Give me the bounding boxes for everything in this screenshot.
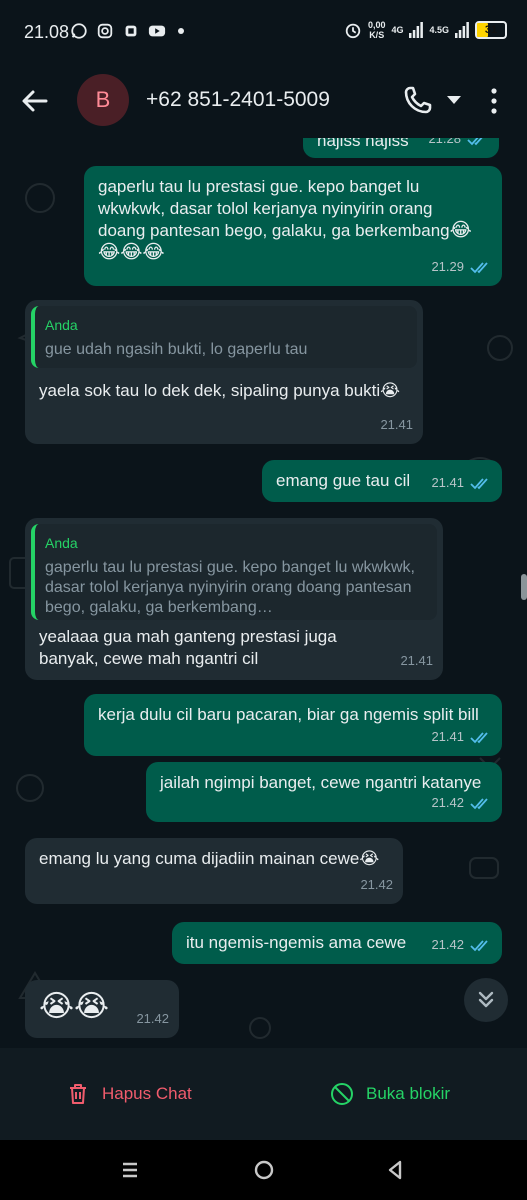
message-meta: 21.42 [431,934,492,956]
read-ticks-icon [470,477,488,489]
message-out[interactable]: emang gue tau cil 21.41 [262,460,502,502]
message-time: 21.41 [431,729,464,744]
message-text: kerja dulu cil baru pacaran, biar ga nge… [98,705,479,724]
message-meta: 21.42 [431,792,492,814]
quote-text: gaperlu tau lu prestasi gue. kepo banget… [45,559,415,616]
net-speed-unit: K/S [369,30,385,40]
message-meta: 21.41 [431,472,492,494]
message-in[interactable]: emang lu yang cuma dijadiin mainan cewe😭… [25,838,403,904]
message-emoji: 😭 [380,381,401,400]
avatar[interactable]: B [77,74,129,126]
message-time: 21.29 [431,259,464,274]
back-arrow-icon[interactable] [18,84,52,118]
message-text: emang lu yang cuma dijadiin mainan cewe [39,849,360,868]
read-ticks-icon [470,939,488,951]
chevron-down-icon[interactable] [446,94,462,106]
message-out[interactable]: gaperlu tau lu prestasi gue. kepo banget… [84,166,502,286]
app-notification-icon [125,25,137,37]
message-meta: 21.41 [400,650,433,672]
message-time: 21.41 [400,653,433,668]
scrollbar[interactable] [521,574,527,600]
read-ticks-icon [470,731,488,743]
more-notifications-dot [178,28,184,34]
message-time: 21.42 [431,937,464,952]
message-meta: 21.41 [431,726,492,748]
trash-icon [70,1084,86,1104]
notification-icons [70,22,184,40]
message-in[interactable]: 😭😭 21.42 [25,980,179,1038]
signal-1-icon [409,22,424,38]
status-bar: 21.08 0,00 K/S 4G 4.5G 31 [0,0,527,64]
message-time: 21.42 [136,1011,169,1026]
message-meta: 21.28 [428,138,489,150]
chat-area[interactable]: hajiss hajiss 21.28 gaperlu tau lu prest… [0,138,527,1048]
more-vert-icon[interactable] [484,86,504,116]
delete-chat-label: Hapus Chat [102,1084,192,1103]
quote-text: gue udah ngasih bukti, lo gaperlu tau [45,341,308,358]
whatsapp-icon [71,23,87,39]
message-emoji: 😭 [359,849,380,868]
message-in[interactable]: Anda gaperlu tau lu prestasi gue. kepo b… [25,518,443,680]
message-meta: 21.41 [380,414,413,436]
network-label-1: 4G [391,25,404,35]
read-ticks-icon [470,261,488,273]
unblock-icon [331,1083,353,1105]
message-time: 21.41 [431,475,464,490]
avatar-letter: B [95,87,111,112]
message-out[interactable]: jailah ngimpi banget, cewe ngantri katan… [146,762,502,822]
quote-author: Anda [45,317,78,333]
message-out[interactable]: itu ngemis-ngemis ama cewe 21.42 [172,922,502,964]
phone-icon[interactable] [402,84,434,116]
quoted-message[interactable]: Anda gue udah ngasih bukti, lo gaperlu t… [31,306,417,368]
quoted-message[interactable]: Anda gaperlu tau lu prestasi gue. kepo b… [31,524,437,620]
message-meta: 21.29 [431,256,492,278]
unblock-button[interactable]: Buka blokir [330,1082,450,1106]
battery-icon: 31 [475,21,507,39]
message-time: 21.42 [360,877,393,892]
message-text: gaperlu tau lu prestasi gue. kepo banget… [98,177,450,240]
battery-percent: 31 [484,24,498,36]
nav-back-icon[interactable] [383,1158,407,1182]
contact-name[interactable]: +62 851-2401-5009 [146,88,330,112]
chat-header: B +62 851-2401-5009 [0,64,527,138]
instagram-icon [97,23,113,39]
message-time: 21.41 [380,417,413,432]
nav-recents-icon[interactable] [118,1158,142,1182]
scroll-to-bottom-button[interactable] [464,978,508,1022]
youtube-icon [148,25,166,37]
status-time: 21.08 [24,22,70,42]
quote-author: Anda [45,535,78,551]
blocked-action-bar: Hapus Chat Buka blokir [0,1048,527,1140]
message-in[interactable]: Anda gue udah ngasih bukti, lo gaperlu t… [25,300,423,444]
message-text: yealaaa gua mah ganteng prestasi juga ba… [39,627,337,668]
read-ticks-icon [467,138,483,145]
nav-home-icon[interactable] [252,1158,276,1182]
message-out[interactable]: hajiss hajiss 21.28 [303,138,499,158]
status-right: 0,00 K/S 4G 4.5G 31 [344,20,507,40]
message-time: 21.42 [431,795,464,810]
read-ticks-icon [470,797,488,809]
system-nav-bar [0,1140,527,1200]
signal-2-icon [455,22,469,38]
message-text: yaela sok tau lo dek dek, sipaling punya… [39,381,381,400]
message-text: jailah ngimpi banget, cewe ngantri katan… [160,773,482,792]
network-label-2: 4.5G [429,25,449,35]
message-time: 21.28 [428,138,461,146]
message-out[interactable]: kerja dulu cil baru pacaran, biar ga nge… [84,694,502,756]
message-meta: 21.42 [136,1008,169,1030]
net-speed-value: 0,00 [367,20,386,30]
unblock-label: Buka blokir [366,1084,451,1103]
double-chevron-down-icon [478,991,494,1008]
message-meta: 21.42 [360,874,393,896]
delete-chat-button[interactable]: Hapus Chat [66,1082,192,1106]
net-speed: 0,00 K/S [368,20,386,40]
alarm-icon [345,23,361,39]
